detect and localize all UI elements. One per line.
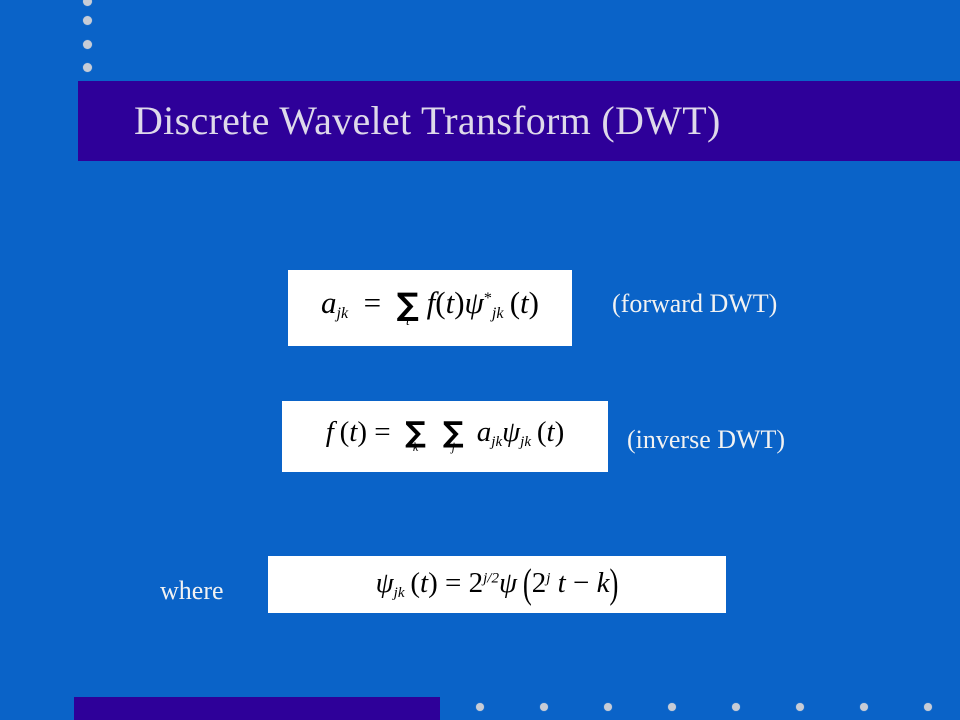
summation-symbol: ∑ k xyxy=(405,415,426,454)
decoration-dot xyxy=(540,703,548,711)
summation-symbol: ∑ j xyxy=(442,415,464,454)
slide-canvas: Discrete Wavelet Transform (DWT) ajk = ∑… xyxy=(0,0,960,720)
decoration-dot xyxy=(83,0,92,6)
decoration-dot xyxy=(732,703,740,711)
decoration-dot xyxy=(83,16,92,25)
decoration-dot xyxy=(924,703,932,711)
bottom-accent-bar xyxy=(74,697,440,720)
equation-forward-dwt-math: ajk = ∑ t f(t)ψ*jk (t) xyxy=(321,285,539,328)
equation-image-wavelet-basis: ψjk (t) = 2j/2ψ (2j t − k) xyxy=(268,556,726,613)
decoration-dot xyxy=(604,703,612,711)
title-bar: Discrete Wavelet Transform (DWT) xyxy=(78,81,960,161)
decoration-dot xyxy=(476,703,484,711)
decoration-dot xyxy=(668,703,676,711)
equation-image-forward-dwt: ajk = ∑ t f(t)ψ*jk (t) xyxy=(288,270,572,346)
decoration-dot xyxy=(83,40,92,49)
decoration-dot xyxy=(83,63,92,72)
label-forward-dwt: (forward DWT) xyxy=(612,289,778,318)
decoration-dot xyxy=(796,703,804,711)
label-inverse-dwt: (inverse DWT) xyxy=(627,425,786,454)
page-title: Discrete Wavelet Transform (DWT) xyxy=(134,98,721,143)
decoration-dot xyxy=(860,703,868,711)
equation-image-inverse-dwt: f (t) = ∑ k ∑ j ajkψjk (t) xyxy=(282,401,608,472)
equation-wavelet-basis-math: ψjk (t) = 2j/2ψ (2j t − k) xyxy=(375,559,619,606)
label-where: where xyxy=(160,576,224,605)
equation-inverse-dwt-math: f (t) = ∑ k ∑ j ajkψjk (t) xyxy=(325,415,565,454)
summation-symbol: ∑ t xyxy=(396,287,419,328)
